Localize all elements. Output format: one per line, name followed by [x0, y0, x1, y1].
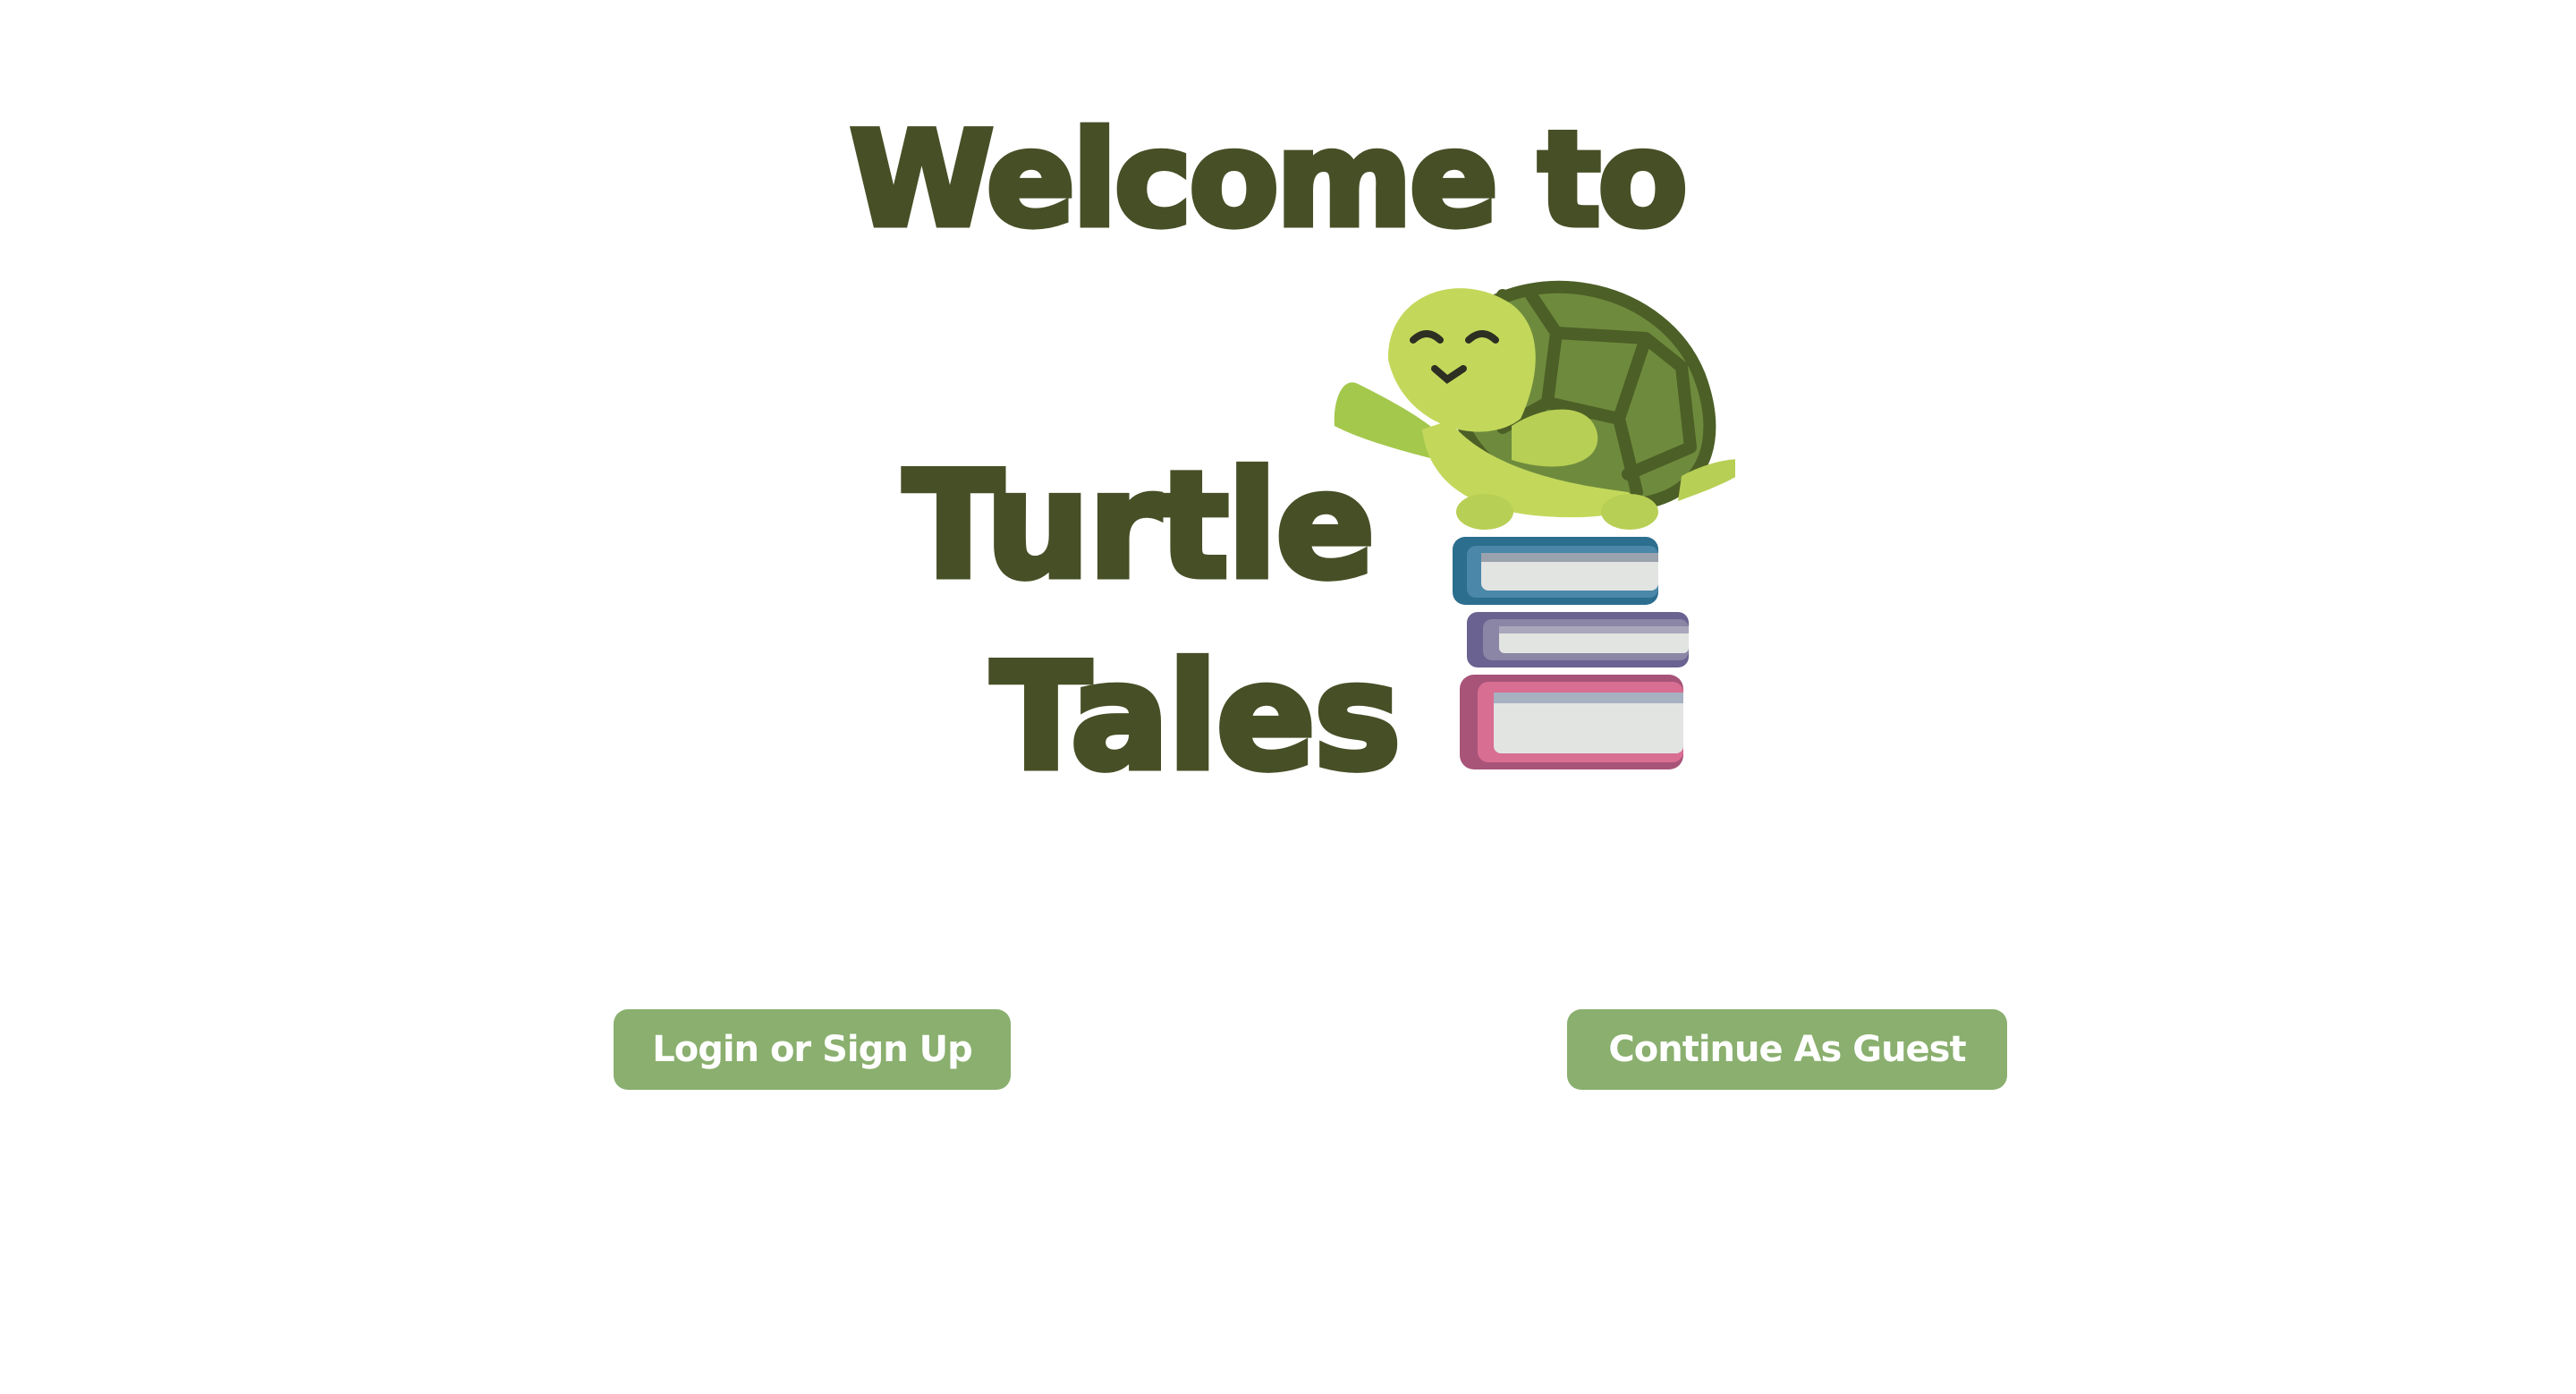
book-middle: [1467, 612, 1689, 667]
book-top: [1453, 537, 1658, 605]
brand-name-turtle: Turtle: [900, 440, 1377, 611]
page-title-welcome: Welcome to: [847, 104, 1691, 256]
login-signup-button[interactable]: Login or Sign Up: [614, 1009, 1011, 1090]
turtle-on-books-icon: [1334, 280, 1735, 769]
book-bottom: [1460, 675, 1683, 769]
continue-as-guest-button[interactable]: Continue As Guest: [1567, 1009, 2007, 1090]
